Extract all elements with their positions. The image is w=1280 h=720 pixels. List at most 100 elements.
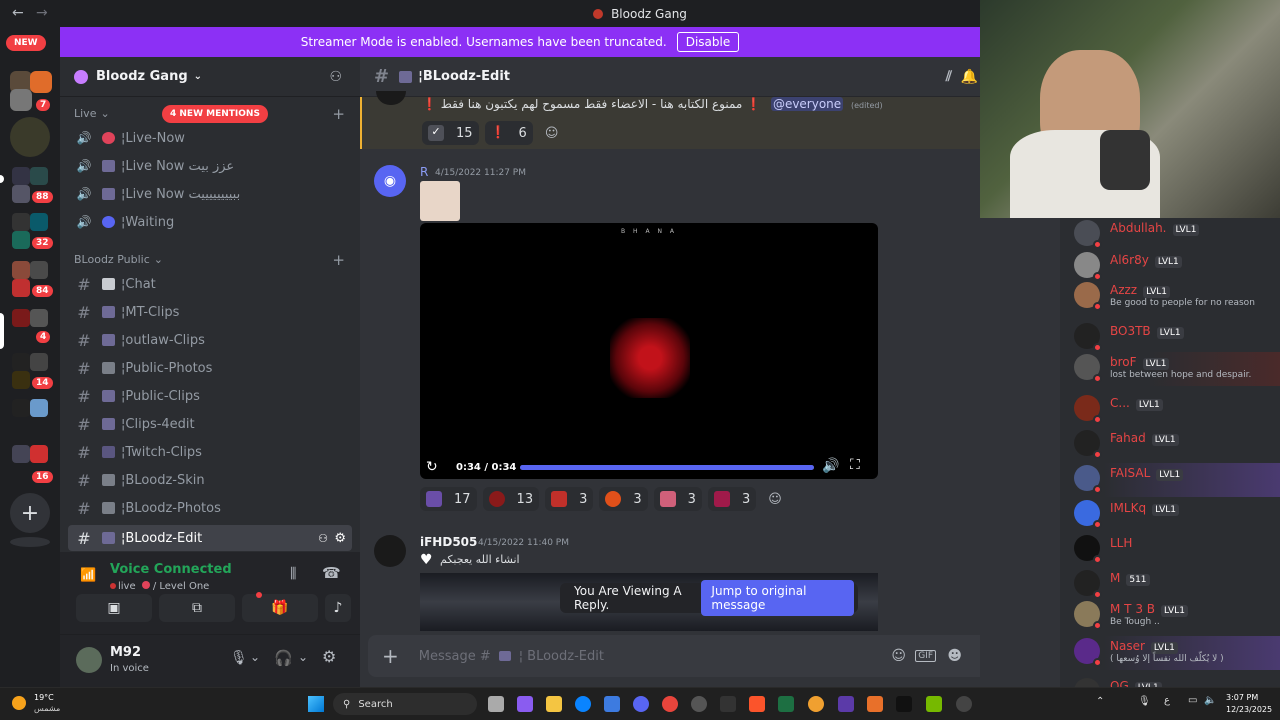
server-folder-icon[interactable] xyxy=(12,213,30,231)
text-channel[interactable]: # ¦ Public-Photos xyxy=(68,355,352,381)
member-row[interactable]: FAISAL LVL1 xyxy=(1060,463,1280,497)
server-folder-icon[interactable] xyxy=(12,353,30,371)
server-folder-icon[interactable] xyxy=(12,309,30,327)
file-explorer-icon[interactable] xyxy=(546,696,562,712)
server-folder-icon[interactable] xyxy=(30,167,48,185)
server-folder-icon[interactable] xyxy=(30,399,48,417)
app-icon[interactable] xyxy=(720,696,736,712)
avatar[interactable] xyxy=(376,91,406,105)
jump-to-original-button[interactable]: Jump to original message xyxy=(701,580,854,616)
text-channel[interactable]: # ¦ Public-Clips xyxy=(68,383,352,409)
text-channel[interactable]: # ¦ BLoodz-Photos xyxy=(68,495,352,521)
everyone-mention[interactable]: @everyone xyxy=(770,97,844,111)
reaction-exclamation[interactable]: ❗ 6 xyxy=(484,121,533,145)
language-indicator[interactable]: ع xyxy=(1164,695,1170,706)
server-header[interactable]: Bloodz Gang ⌄ ⚇ xyxy=(60,57,360,97)
brave-icon[interactable] xyxy=(749,696,765,712)
back-arrow-icon[interactable]: ← xyxy=(12,5,24,21)
app-icon[interactable] xyxy=(956,696,972,712)
invite-icon[interactable]: ⚇ xyxy=(318,532,328,545)
activities-button[interactable]: 🎁 xyxy=(242,594,318,622)
server-icon[interactable] xyxy=(10,117,50,157)
video-player[interactable]: B H A N A ↻ 0:34 / 0:34 🔊 ⛶ xyxy=(420,223,878,479)
video-progress-track[interactable] xyxy=(520,465,814,470)
camera-off-button[interactable]: ▣ xyxy=(76,594,152,622)
text-channel[interactable]: # ¦ Chat xyxy=(68,271,352,297)
weather-sun-icon[interactable] xyxy=(12,696,26,710)
soundboard-button[interactable]: ♪ xyxy=(325,594,351,622)
chevron-down-icon[interactable]: ⌄ xyxy=(298,650,308,664)
server-folder-icon[interactable] xyxy=(12,445,30,463)
add-server-icon[interactable]: + xyxy=(10,493,50,533)
microphone-icon[interactable]: 🎙 xyxy=(230,650,248,666)
server-folder-icon[interactable] xyxy=(30,445,48,463)
sticker-image[interactable] xyxy=(420,181,460,221)
server-folder-icon[interactable] xyxy=(12,185,30,203)
disable-button[interactable]: Disable xyxy=(676,32,740,52)
reaction[interactable]: 3 xyxy=(545,487,594,511)
reaction[interactable]: 3 xyxy=(653,487,702,511)
server-folder-icon[interactable] xyxy=(30,213,48,231)
voice-channel[interactable]: 🔊 ¦ Live-Now xyxy=(68,125,352,151)
fullscreen-icon[interactable]: ⛶ xyxy=(850,457,860,473)
server-folder-icon[interactable] xyxy=(12,399,30,417)
app-icon[interactable] xyxy=(838,696,854,712)
attach-plus-icon[interactable]: + xyxy=(382,644,399,668)
network-icon[interactable]: ▭ xyxy=(1188,695,1197,706)
new-mentions-badge[interactable]: 4 NEW MENTIONS xyxy=(162,105,268,123)
microphone-icon[interactable]: 🎙 xyxy=(1138,696,1151,707)
server-folder-icon[interactable] xyxy=(30,261,48,279)
screen-share-button[interactable]: ⧉ xyxy=(159,594,235,622)
voice-channel[interactable]: 🔊 ¦ Waiting xyxy=(68,209,352,235)
message-author[interactable]: R xyxy=(420,165,428,179)
gear-icon[interactable]: ⚙ xyxy=(322,647,336,666)
reaction[interactable]: 3 xyxy=(599,487,648,511)
volume-icon[interactable]: 🔊 xyxy=(822,458,839,474)
member-row[interactable]: broF LVL1 lost between hope and despair. xyxy=(1060,352,1280,386)
reaction[interactable]: 13 xyxy=(482,487,540,511)
nvidia-icon[interactable] xyxy=(926,696,942,712)
app-icon[interactable] xyxy=(691,696,707,712)
windows-start-icon[interactable] xyxy=(308,696,324,712)
voice-channel[interactable]: 🔊 ¦ Live Now عزز بيت xyxy=(68,153,352,179)
server-folder-icon[interactable] xyxy=(30,309,48,327)
discord-icon[interactable] xyxy=(633,696,649,712)
text-channel[interactable]: # ¦ Clips-4edit xyxy=(68,411,352,437)
clock-time[interactable]: 3:07 PM xyxy=(1226,693,1258,702)
reaction[interactable]: 17 xyxy=(420,487,477,511)
server-folder-icon[interactable] xyxy=(30,353,48,371)
member-row[interactable]: IMLKq LVL1 xyxy=(1060,498,1280,532)
member-row[interactable]: Azzz LVL1 Be good to people for no reason xyxy=(1060,280,1280,314)
tray-chevron-icon[interactable]: ⌃ xyxy=(1096,696,1104,707)
new-badge[interactable]: NEW xyxy=(6,35,46,51)
text-channel[interactable]: # ¦ BLoodz-Skin xyxy=(68,467,352,493)
replay-icon[interactable]: ↻ xyxy=(426,459,438,475)
chevron-down-icon[interactable]: ⌄ xyxy=(250,650,260,664)
avatar[interactable] xyxy=(76,647,102,673)
server-icon[interactable] xyxy=(10,89,32,111)
add-channel-icon[interactable]: + xyxy=(332,251,345,269)
noise-suppression-icon[interactable]: ⫼ xyxy=(290,566,296,582)
gear-icon[interactable]: ⚙ xyxy=(334,531,346,546)
copilot-icon[interactable] xyxy=(517,696,533,712)
forward-arrow-icon[interactable]: → xyxy=(36,5,48,21)
server-folder-icon[interactable] xyxy=(12,371,30,389)
text-channel[interactable]: # ¦ MT-Clips xyxy=(68,299,352,325)
bell-icon[interactable]: 🔔 xyxy=(961,69,978,85)
add-reaction-icon[interactable]: ☺ xyxy=(539,121,565,145)
member-row[interactable]: Abdullah. LVL1 xyxy=(1060,218,1280,252)
edge-icon[interactable] xyxy=(575,696,591,712)
server-folder-icon[interactable] xyxy=(12,279,30,297)
category-public[interactable]: BLoodz Public ⌄ + xyxy=(74,251,349,269)
taskbar-search[interactable]: ⚲ Search xyxy=(333,693,477,715)
text-channel[interactable]: # ¦ outlaw-Clips xyxy=(68,327,352,353)
task-view-icon[interactable] xyxy=(488,696,504,712)
member-row[interactable]: M 511 xyxy=(1060,568,1280,602)
member-row[interactable]: Naser LVL1( لا يُكلّف الله نفساً إلا وُسع… xyxy=(1060,636,1280,670)
threads-icon[interactable]: ⫽ xyxy=(946,69,952,85)
voice-channel[interactable]: 🔊 ¦ Live Now ببييييييييت xyxy=(68,181,352,207)
voice-status[interactable]: Voice Connected xyxy=(110,562,232,577)
server-folder-icon[interactable] xyxy=(12,261,30,279)
store-icon[interactable] xyxy=(604,696,620,712)
member-row[interactable]: LLH xyxy=(1060,533,1280,567)
